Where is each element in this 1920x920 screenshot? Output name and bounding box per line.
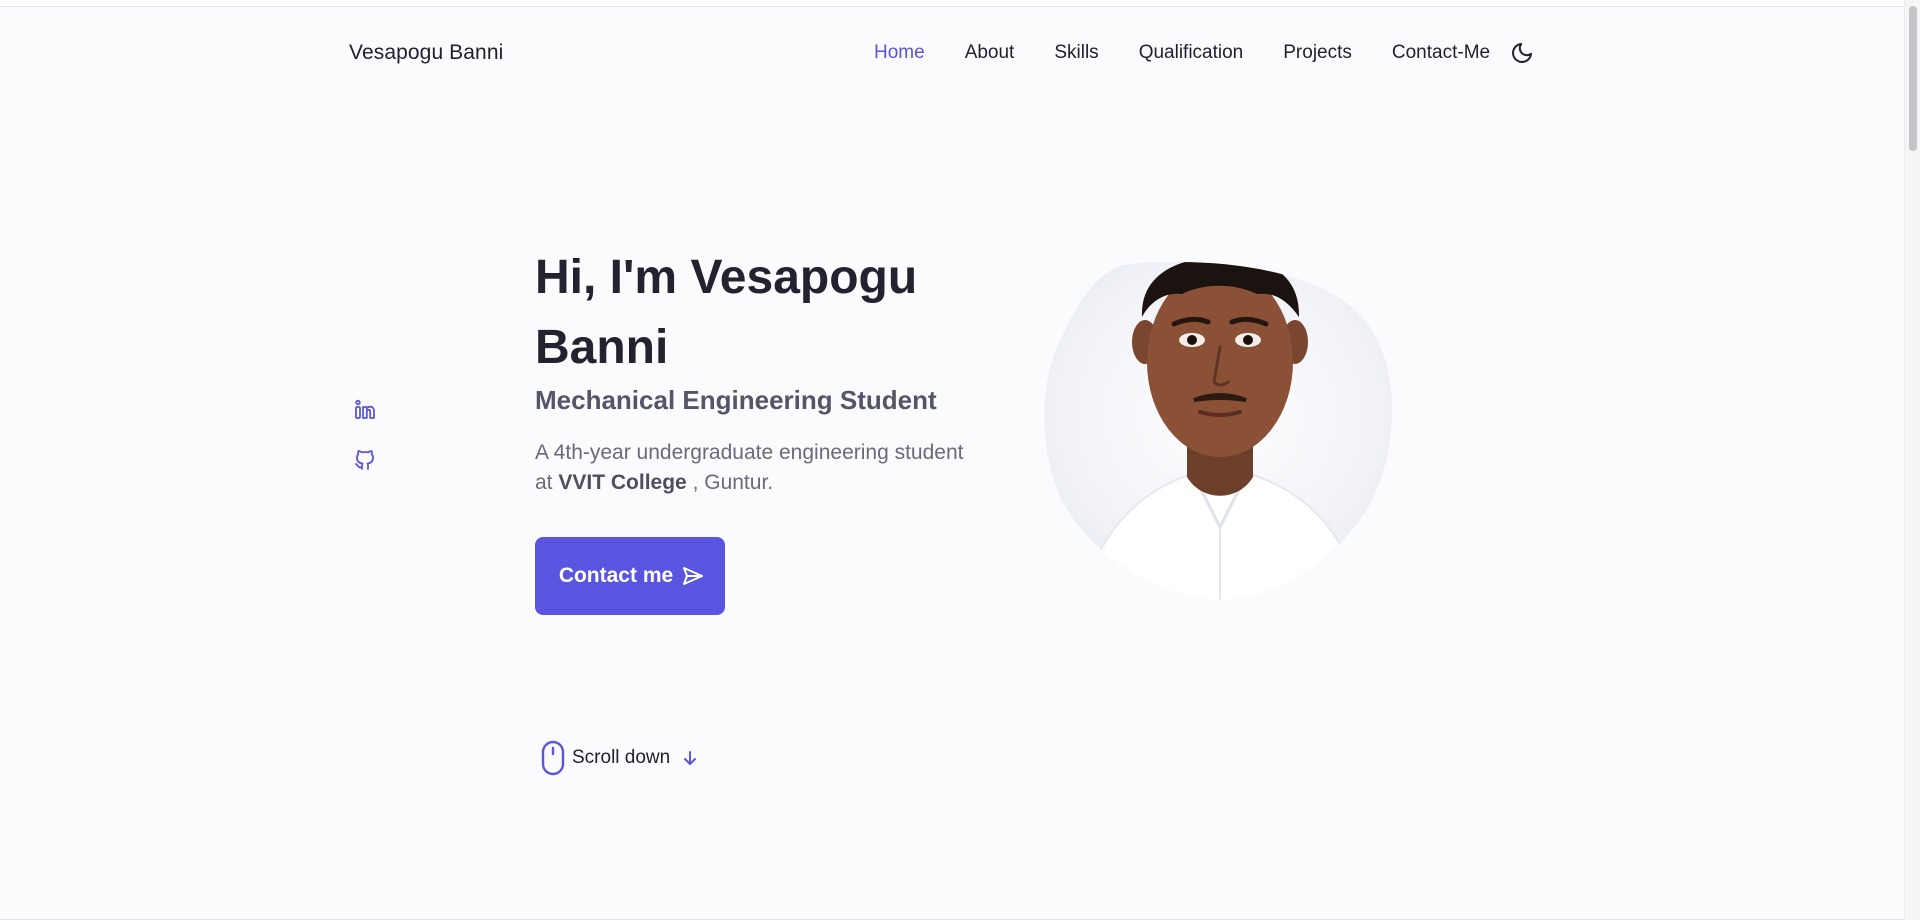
arrow-down-icon: [682, 750, 698, 766]
moon-icon[interactable]: [1510, 41, 1534, 65]
nav-home[interactable]: Home: [874, 42, 925, 64]
social-links: [353, 398, 377, 498]
hero-title-line1: Hi, I'm Vesapogu: [535, 251, 918, 304]
nav-skills[interactable]: Skills: [1054, 42, 1098, 64]
page-viewport: Vesapogu Banni Home About Skills Qualifi…: [0, 6, 1905, 920]
hero-description: A 4th-year undergraduate engineering stu…: [535, 438, 965, 498]
scroll-down-label: Scroll down: [572, 747, 671, 768]
site-logo[interactable]: Vesapogu Banni: [349, 41, 503, 65]
mouse-icon: [540, 740, 566, 776]
send-icon: [681, 564, 705, 588]
nav-projects[interactable]: Projects: [1283, 42, 1352, 64]
linkedin-icon[interactable]: [353, 398, 377, 422]
github-icon[interactable]: [353, 448, 377, 472]
hero-title: Hi, I'm Vesapogu Banni: [535, 243, 1005, 383]
profile-photo: [1042, 261, 1397, 602]
scrollbar-thumb[interactable]: [1909, 6, 1917, 151]
hero-subtitle: Mechanical Engineering Student: [535, 385, 937, 415]
college-name: VVIT College: [558, 471, 687, 494]
contact-me-label: Contact me: [558, 564, 674, 587]
nav-about[interactable]: About: [965, 42, 1015, 64]
hero-title-line2: Banni: [535, 321, 669, 374]
site-header: Vesapogu Banni Home About Skills Qualifi…: [0, 7, 1905, 99]
desc-location: , Guntur.: [692, 471, 774, 494]
page-scrollbar[interactable]: [1904, 0, 1920, 920]
main-nav: Home About Skills Qualification Projects…: [874, 41, 1534, 65]
nav-contact-me[interactable]: Contact-Me: [1392, 42, 1490, 64]
contact-me-button[interactable]: Contact me: [535, 537, 725, 615]
scroll-down-link[interactable]: Scroll down: [540, 740, 698, 776]
nav-qualification[interactable]: Qualification: [1139, 42, 1244, 64]
